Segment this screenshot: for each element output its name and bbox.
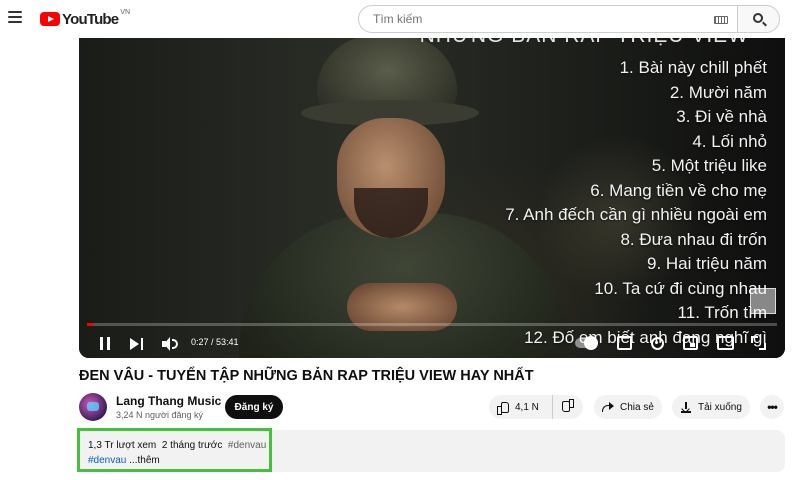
settings-gear-icon[interactable]: [650, 336, 665, 350]
pause-icon[interactable]: [99, 337, 111, 350]
channel-avatar[interactable]: [79, 393, 107, 421]
description-text: #denvau ...thêm: [88, 455, 160, 466]
description-meta: 1,3 Tr lượt xem 2 tháng trước #denvau: [88, 440, 266, 451]
track-item: 11. Trốn tìm: [677, 303, 767, 322]
menu-icon[interactable]: [8, 11, 22, 23]
show-more-link[interactable]: ...thêm: [129, 455, 160, 466]
view-count: 1,3 Tr lượt xem: [88, 440, 157, 451]
autoplay-toggle[interactable]: [575, 336, 598, 350]
download-button[interactable]: Tải xuống: [672, 395, 750, 419]
track-item: 8. Đưa nhau đi trốn: [620, 229, 767, 249]
player-controls: 0:27 / 53:41: [79, 328, 785, 358]
like-button[interactable]: 4,1 N: [489, 395, 553, 419]
search-button[interactable]: [737, 5, 780, 33]
video-player[interactable]: NHỮNG BẢN RAP TRIỆU VIEW 1. Bài này chil…: [79, 38, 785, 358]
like-dislike-group: 4,1 N: [489, 395, 583, 419]
progress-played: [87, 323, 93, 326]
share-icon: [602, 402, 614, 412]
fullscreen-icon[interactable]: [751, 336, 766, 350]
track-item: 6. Mang tiền về cho mẹ: [590, 180, 767, 200]
owner-row: Lang Thang Music 3,24 N người đăng ký Đă…: [79, 392, 785, 422]
subtitles-icon[interactable]: [617, 336, 632, 350]
logo-text: YouTube: [62, 10, 119, 28]
video-title: ĐEN VÂU - TUYỂN TẬP NHỮNG BẢN RAP TRIỆU …: [79, 368, 534, 384]
more-actions-button[interactable]: •••: [760, 395, 784, 419]
track-item: 10. Ta cứ đi cùng nhau: [594, 278, 767, 298]
subscriber-count: 3,24 N người đăng ký: [116, 410, 203, 420]
channel-name[interactable]: Lang Thang Music: [116, 394, 221, 408]
track-item: 4. Lối nhỏ: [692, 131, 767, 151]
logo-region: VN: [120, 8, 131, 16]
search-input[interactable]: [358, 5, 737, 33]
search-box: [358, 5, 780, 33]
hashtag-link-top[interactable]: #denvau: [228, 440, 266, 451]
dislike-button[interactable]: [562, 401, 574, 413]
download-icon: [681, 401, 691, 413]
upload-time: 2 tháng trước: [161, 440, 223, 451]
thumbs-up-icon: [497, 401, 509, 415]
miniplayer-icon[interactable]: [683, 336, 698, 350]
hashtag-link[interactable]: #denvau: [88, 455, 126, 466]
youtube-logo[interactable]: YouTube VN: [40, 8, 131, 28]
like-count: 4,1 N: [515, 401, 539, 413]
track-item: 9. Hai triệu năm: [647, 254, 767, 273]
subscribe-button[interactable]: Đăng ký: [225, 395, 283, 419]
track-item: 1. Bài này chill phết: [619, 58, 767, 77]
track-item: 2. Mười năm: [669, 82, 767, 102]
track-item: 5. Một triệu like: [651, 156, 767, 175]
share-label: Chia sẻ: [620, 401, 654, 413]
keyboard-icon[interactable]: [714, 16, 728, 24]
progress-bar[interactable]: [87, 323, 777, 326]
video-overlay-title: NHỮNG BẢN RAP TRIỆU VIEW: [420, 38, 749, 48]
channel-watermark[interactable]: [750, 288, 776, 314]
masthead: YouTube VN: [0, 0, 800, 38]
track-item: 7. Anh đếch cần gì nhiều ngoài em: [505, 205, 767, 224]
theater-mode-icon[interactable]: [717, 336, 734, 350]
share-button[interactable]: Chia sẻ: [594, 395, 662, 419]
tracklist: 1. Bài này chill phết 2. Mười năm 3. Đi …: [505, 56, 767, 350]
track-item: 3. Đi về nhà: [676, 107, 767, 126]
download-label: Tải xuống: [698, 401, 742, 413]
next-icon[interactable]: [130, 338, 144, 350]
youtube-play-icon: [40, 12, 60, 26]
time-display: 0:27 / 53:41: [191, 337, 239, 347]
